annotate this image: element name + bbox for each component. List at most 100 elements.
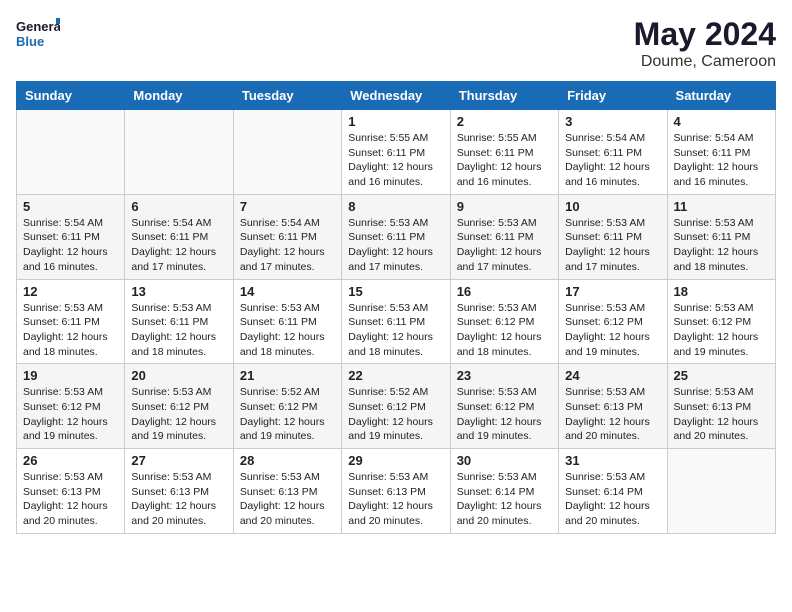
day-number: 4 — [674, 114, 769, 129]
day-number: 15 — [348, 284, 443, 299]
calendar-cell: 14 Sunrise: 5:53 AMSunset: 6:11 PMDayligh… — [233, 279, 341, 364]
day-info: Sunrise: 5:53 AMSunset: 6:12 PMDaylight:… — [457, 301, 552, 360]
day-info: Sunrise: 5:52 AMSunset: 6:12 PMDaylight:… — [240, 385, 335, 444]
calendar-cell: 19 Sunrise: 5:53 AMSunset: 6:12 PMDayligh… — [17, 364, 125, 449]
day-info: Sunrise: 5:54 AMSunset: 6:11 PMDaylight:… — [565, 131, 660, 190]
day-number: 8 — [348, 199, 443, 214]
day-info: Sunrise: 5:53 AMSunset: 6:13 PMDaylight:… — [674, 385, 769, 444]
calendar-cell: 18 Sunrise: 5:53 AMSunset: 6:12 PMDayligh… — [667, 279, 775, 364]
day-info: Sunrise: 5:53 AMSunset: 6:14 PMDaylight:… — [565, 470, 660, 529]
day-info: Sunrise: 5:53 AMSunset: 6:12 PMDaylight:… — [457, 385, 552, 444]
calendar-week-row: 1 Sunrise: 5:55 AMSunset: 6:11 PMDaylight… — [17, 110, 776, 195]
day-info: Sunrise: 5:53 AMSunset: 6:14 PMDaylight:… — [457, 470, 552, 529]
day-number: 31 — [565, 453, 660, 468]
location: Doume, Cameroon — [634, 53, 776, 71]
calendar-cell — [17, 110, 125, 195]
page-header: General Blue May 2024 Doume, Cameroon — [16, 16, 776, 71]
weekday-header: Tuesday — [233, 82, 341, 110]
day-info: Sunrise: 5:53 AMSunset: 6:13 PMDaylight:… — [565, 385, 660, 444]
day-info: Sunrise: 5:53 AMSunset: 6:13 PMDaylight:… — [348, 470, 443, 529]
day-info: Sunrise: 5:53 AMSunset: 6:12 PMDaylight:… — [565, 301, 660, 360]
calendar-cell: 22Sunrise: 5:52 AMSunset: 6:12 PMDayligh… — [342, 364, 450, 449]
day-number: 26 — [23, 453, 118, 468]
day-info: Sunrise: 5:52 AMSunset: 6:12 PMDaylight:… — [348, 385, 443, 444]
day-info: Sunrise: 5:55 AMSunset: 6:11 PMDaylight:… — [348, 131, 443, 190]
calendar-week-row: 5Sunrise: 5:54 AMSunset: 6:11 PMDaylight… — [17, 194, 776, 279]
day-info: Sunrise: 5:55 AMSunset: 6:11 PMDaylight:… — [457, 131, 552, 190]
calendar-cell: 3 Sunrise: 5:54 AMSunset: 6:11 PMDaylight… — [559, 110, 667, 195]
calendar-cell: 25 Sunrise: 5:53 AMSunset: 6:13 PMDayligh… — [667, 364, 775, 449]
calendar-cell: 6 Sunrise: 5:54 AMSunset: 6:11 PMDaylight… — [125, 194, 233, 279]
calendar-cell: 24 Sunrise: 5:53 AMSunset: 6:13 PMDayligh… — [559, 364, 667, 449]
calendar-cell — [125, 110, 233, 195]
calendar-cell: 28 Sunrise: 5:53 AMSunset: 6:13 PMDayligh… — [233, 449, 341, 534]
day-info: Sunrise: 5:53 AMSunset: 6:12 PMDaylight:… — [23, 385, 118, 444]
svg-text:General: General — [16, 19, 60, 34]
day-number: 25 — [674, 368, 769, 383]
day-info: Sunrise: 5:53 AMSunset: 6:12 PMDaylight:… — [131, 385, 226, 444]
logo: General Blue — [16, 16, 60, 52]
calendar-week-row: 19 Sunrise: 5:53 AMSunset: 6:12 PMDayligh… — [17, 364, 776, 449]
calendar-table: SundayMondayTuesdayWednesdayThursdayFrid… — [16, 81, 776, 534]
logo-svg: General Blue — [16, 16, 60, 52]
day-info: Sunrise: 5:53 AMSunset: 6:11 PMDaylight:… — [348, 216, 443, 275]
day-info: Sunrise: 5:53 AMSunset: 6:13 PMDaylight:… — [240, 470, 335, 529]
month-year: May 2024 — [634, 16, 776, 53]
calendar-cell: 29 Sunrise: 5:53 AMSunset: 6:13 PMDayligh… — [342, 449, 450, 534]
day-number: 9 — [457, 199, 552, 214]
day-info: Sunrise: 5:53 AMSunset: 6:11 PMDaylight:… — [240, 301, 335, 360]
day-info: Sunrise: 5:53 AMSunset: 6:12 PMDaylight:… — [674, 301, 769, 360]
day-info: Sunrise: 5:54 AMSunset: 6:11 PMDaylight:… — [240, 216, 335, 275]
calendar-cell: 12Sunrise: 5:53 AMSunset: 6:11 PMDayligh… — [17, 279, 125, 364]
weekday-header: Saturday — [667, 82, 775, 110]
calendar-cell — [233, 110, 341, 195]
weekday-header: Sunday — [17, 82, 125, 110]
calendar-cell: 13Sunrise: 5:53 AMSunset: 6:11 PMDayligh… — [125, 279, 233, 364]
day-info: Sunrise: 5:54 AMSunset: 6:11 PMDaylight:… — [674, 131, 769, 190]
calendar-cell: 9Sunrise: 5:53 AMSunset: 6:11 PMDaylight… — [450, 194, 558, 279]
calendar-cell: 11 Sunrise: 5:53 AMSunset: 6:11 PMDayligh… — [667, 194, 775, 279]
day-info: Sunrise: 5:53 AMSunset: 6:11 PMDaylight:… — [348, 301, 443, 360]
weekday-header: Thursday — [450, 82, 558, 110]
day-info: Sunrise: 5:53 AMSunset: 6:11 PMDaylight:… — [565, 216, 660, 275]
day-number: 10 — [565, 199, 660, 214]
calendar-cell: 10 Sunrise: 5:53 AMSunset: 6:11 PMDayligh… — [559, 194, 667, 279]
day-info: Sunrise: 5:53 AMSunset: 6:13 PMDaylight:… — [23, 470, 118, 529]
day-number: 3 — [565, 114, 660, 129]
weekday-header: Friday — [559, 82, 667, 110]
calendar-cell: 15 Sunrise: 5:53 AMSunset: 6:11 PMDayligh… — [342, 279, 450, 364]
calendar-cell: 23 Sunrise: 5:53 AMSunset: 6:12 PMDayligh… — [450, 364, 558, 449]
calendar-cell: 31 Sunrise: 5:53 AMSunset: 6:14 PMDayligh… — [559, 449, 667, 534]
day-number: 1 — [348, 114, 443, 129]
weekday-header-row: SundayMondayTuesdayWednesdayThursdayFrid… — [17, 82, 776, 110]
calendar-cell: 27 Sunrise: 5:53 AMSunset: 6:13 PMDayligh… — [125, 449, 233, 534]
day-number: 6 — [131, 199, 226, 214]
svg-text:Blue: Blue — [16, 34, 44, 49]
calendar-cell: 26 Sunrise: 5:53 AMSunset: 6:13 PMDayligh… — [17, 449, 125, 534]
day-number: 19 — [23, 368, 118, 383]
day-number: 30 — [457, 453, 552, 468]
day-info: Sunrise: 5:53 AMSunset: 6:11 PMDaylight:… — [674, 216, 769, 275]
day-number: 11 — [674, 199, 769, 214]
day-number: 21 — [240, 368, 335, 383]
title-block: May 2024 Doume, Cameroon — [634, 16, 776, 71]
calendar-cell: 8 Sunrise: 5:53 AMSunset: 6:11 PMDaylight… — [342, 194, 450, 279]
calendar-week-row: 12Sunrise: 5:53 AMSunset: 6:11 PMDayligh… — [17, 279, 776, 364]
day-info: Sunrise: 5:54 AMSunset: 6:11 PMDaylight:… — [131, 216, 226, 275]
day-number: 24 — [565, 368, 660, 383]
day-number: 14 — [240, 284, 335, 299]
calendar-cell: 1 Sunrise: 5:55 AMSunset: 6:11 PMDaylight… — [342, 110, 450, 195]
day-number: 23 — [457, 368, 552, 383]
logo-mark: General Blue — [16, 16, 60, 52]
day-number: 18 — [674, 284, 769, 299]
day-number: 20 — [131, 368, 226, 383]
weekday-header: Monday — [125, 82, 233, 110]
day-number: 27 — [131, 453, 226, 468]
day-info: Sunrise: 5:53 AMSunset: 6:13 PMDaylight:… — [131, 470, 226, 529]
day-number: 29 — [348, 453, 443, 468]
day-info: Sunrise: 5:53 AMSunset: 6:11 PMDaylight:… — [131, 301, 226, 360]
day-number: 16 — [457, 284, 552, 299]
day-number: 28 — [240, 453, 335, 468]
day-number: 17 — [565, 284, 660, 299]
calendar-cell: 16 Sunrise: 5:53 AMSunset: 6:12 PMDayligh… — [450, 279, 558, 364]
